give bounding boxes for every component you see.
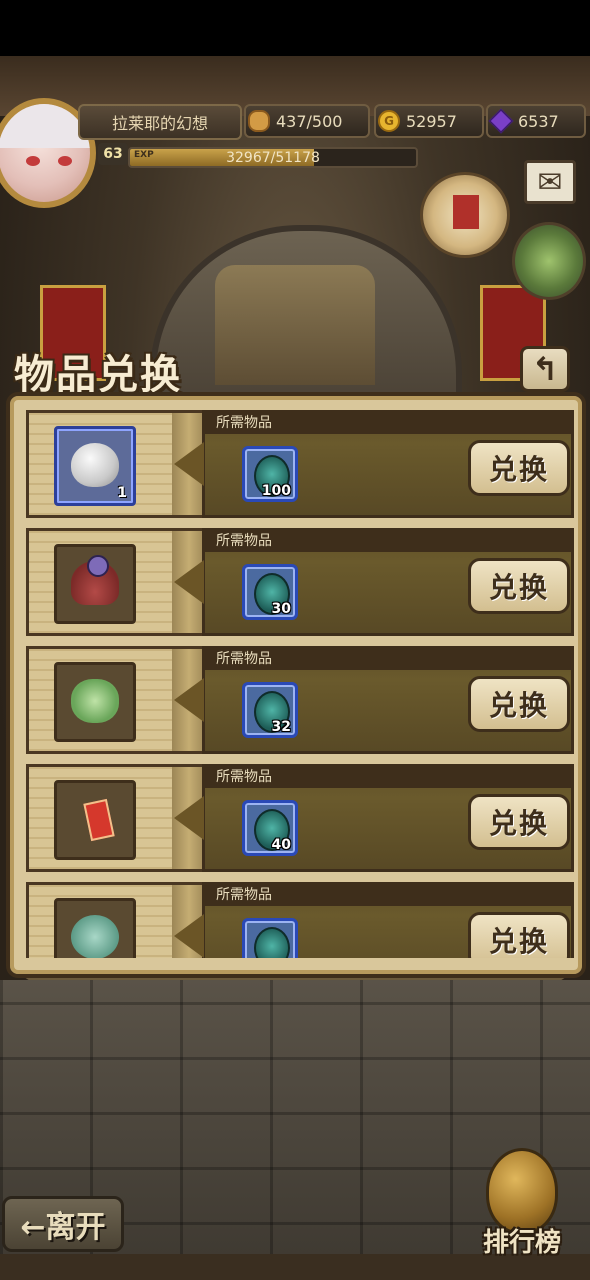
reward-qty: 1 xyxy=(117,485,127,501)
gem-counter[interactable]: 6537 xyxy=(486,104,586,138)
player-name: 拉莱耶的幻想 xyxy=(78,104,242,140)
cost-qty: 32 xyxy=(271,719,291,735)
gem-icon xyxy=(488,108,514,134)
exchange-row: 所需物品 1 100 兑换 xyxy=(26,410,574,518)
cost-item-slot[interactable]: 32 xyxy=(242,682,298,738)
cost-qty: 40 xyxy=(271,837,291,853)
player-level: 63 xyxy=(98,143,128,165)
back-button[interactable]: ↰ xyxy=(520,346,570,392)
reward-item-slot[interactable] xyxy=(54,544,136,624)
exchange-button[interactable]: 兑换 xyxy=(468,558,570,614)
exchange-row: 所需物品兑换 xyxy=(26,882,574,958)
gold-counter[interactable]: G 52957 xyxy=(374,104,484,138)
scroll-icon[interactable] xyxy=(420,172,510,258)
stamina-counter[interactable]: 437/500 xyxy=(244,104,370,138)
ranking-button[interactable]: 排行榜 xyxy=(464,1222,580,1262)
arrow-left-icon xyxy=(174,678,204,722)
avatar-hair xyxy=(0,104,90,149)
mail-icon[interactable]: ✉ xyxy=(524,160,576,204)
exp-bar: EXP 32967/51178 xyxy=(128,147,418,168)
gem-value: 6537 xyxy=(518,111,559,131)
status-bar xyxy=(0,0,590,56)
backpack-icon[interactable] xyxy=(512,222,586,300)
arrow-left-icon xyxy=(174,796,204,840)
leaf-icon xyxy=(71,915,119,958)
cost-item-slot[interactable]: 100 xyxy=(242,446,298,502)
exchange-button[interactable]: 兑换 xyxy=(468,440,570,496)
back-arrow-icon: ↰ xyxy=(531,350,559,388)
arch-door xyxy=(215,265,375,385)
reward-item-slot[interactable] xyxy=(54,662,136,742)
exchange-row: 所需物品 40 兑换 xyxy=(26,764,574,872)
cost-item-slot[interactable] xyxy=(242,918,298,958)
vegetable-icon xyxy=(71,679,119,723)
reward-item-slot[interactable] xyxy=(54,780,136,860)
exchange-row: 所需物品 30 兑换 xyxy=(26,528,574,636)
avatar-eye xyxy=(58,156,72,166)
required-items-label: 所需物品 xyxy=(202,528,574,552)
cost-qty: 30 xyxy=(271,601,291,617)
exchange-list[interactable]: 所需物品 1 100 兑换 所需物品 30 兑换 所需物品 32 兑换 所需物品 40 兑换 所需物品 兑换 xyxy=(22,410,574,958)
arrow-left-icon xyxy=(174,442,204,486)
required-items-label: 所需物品 xyxy=(202,882,574,906)
exchange-button[interactable]: 兑换 xyxy=(468,912,570,958)
hat-icon xyxy=(71,555,119,605)
cost-item-slot[interactable]: 30 xyxy=(242,564,298,620)
exchange-panel: 所需物品 1 100 兑换 所需物品 30 兑换 所需物品 32 兑换 所需物品 40 兑换 所需物品 兑换 xyxy=(6,392,586,978)
reward-item-slot[interactable] xyxy=(54,898,136,958)
required-items-label: 所需物品 xyxy=(202,410,574,434)
exp-text: 32967/51178 xyxy=(226,149,320,166)
token-gem-icon xyxy=(254,927,290,958)
exchange-row: 所需物品 32 兑换 xyxy=(26,646,574,754)
avatar-eye xyxy=(26,156,40,166)
bread-icon xyxy=(248,110,270,132)
exchange-button[interactable]: 兑换 xyxy=(468,676,570,732)
arrow-left-icon xyxy=(174,914,204,958)
gold-value: 52957 xyxy=(406,111,457,131)
required-items-label: 所需物品 xyxy=(202,764,574,788)
red-card-icon xyxy=(83,798,115,842)
coin-icon: G xyxy=(378,110,400,132)
cost-qty: 100 xyxy=(261,483,291,499)
egg-icon xyxy=(71,443,119,487)
reward-item-slot[interactable]: 1 xyxy=(54,426,136,506)
cost-item-slot[interactable]: 40 xyxy=(242,800,298,856)
required-items-label: 所需物品 xyxy=(202,646,574,670)
stamina-value: 437/500 xyxy=(276,111,343,131)
arrow-left-icon xyxy=(174,560,204,604)
exchange-button[interactable]: 兑换 xyxy=(468,794,570,850)
leave-button[interactable]: ←离开 xyxy=(2,1196,124,1252)
